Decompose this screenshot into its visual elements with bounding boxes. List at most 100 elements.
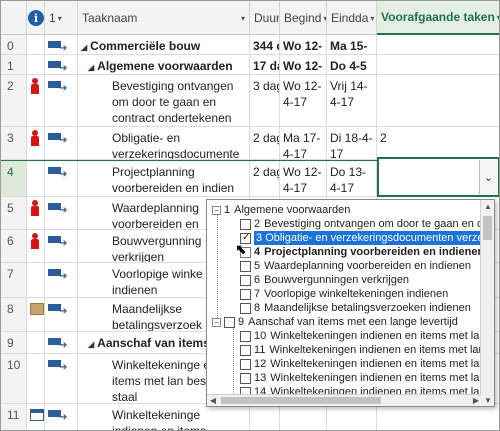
duration-column-header[interactable]: Duur xyxy=(250,1,280,35)
task-name-cell[interactable]: Projectplanning voorbereiden en indien xyxy=(78,161,250,196)
task-mode-cell[interactable]: ➔ xyxy=(45,230,78,262)
collapse-triangle-icon[interactable]: ◢ xyxy=(81,43,87,52)
scroll-thumb[interactable] xyxy=(483,216,492,240)
collapse-triangle-icon[interactable]: ◢ xyxy=(88,63,94,72)
scroll-right-icon[interactable]: ▶ xyxy=(470,395,482,406)
start-column-header[interactable]: Begind ▾ xyxy=(280,1,327,35)
predecessor-dropdown-list[interactable]: − 1 Algemene voorwaarden 2 Bevestiging o… xyxy=(206,199,495,407)
start-cell[interactable] xyxy=(280,404,327,430)
row-number[interactable]: 4 xyxy=(1,161,27,196)
row-number[interactable]: 9 xyxy=(1,332,27,353)
row-number[interactable]: 10 xyxy=(1,354,27,403)
scroll-left-icon[interactable]: ◀ xyxy=(207,395,219,406)
end-cell[interactable]: Do 4-5 xyxy=(327,55,377,74)
predecessors-cell[interactable] xyxy=(377,35,499,54)
task-name-cell[interactable]: ◢ Commerciële bouw xyxy=(78,35,250,54)
list-item[interactable]: 10 Winkeltekeningen indienen en items me… xyxy=(240,329,492,343)
list-item[interactable]: 11 Winkeltekeningen indienen en items me… xyxy=(240,343,491,357)
task-mode-cell[interactable]: ➔ xyxy=(45,55,78,74)
end-cell[interactable] xyxy=(327,404,377,430)
select-all-corner[interactable] xyxy=(1,1,27,35)
row-number[interactable]: 5 xyxy=(1,197,27,229)
list-item[interactable]: − 1 Algemene voorwaarden xyxy=(212,203,350,217)
list-item[interactable]: 4 Projectplanning voorbereiden en indien… xyxy=(240,245,484,259)
task-mode-cell[interactable]: ➔ xyxy=(45,197,78,229)
table-row[interactable]: 1 ➔ ◢Algemene voorwaarden 17 dag Wo 12-4… xyxy=(1,55,499,75)
duration-cell[interactable]: 2 dagen xyxy=(250,161,280,196)
horizontal-scrollbar[interactable]: ◀ ▶ xyxy=(207,394,482,406)
table-row[interactable]: 0 ➔ ◢Commerciële bouw 344 d Wo 12- Ma 15… xyxy=(1,35,499,55)
vertical-scrollbar[interactable]: ▲ ▼ xyxy=(480,200,494,406)
task-name-column-header[interactable]: Taaknaam ▾ xyxy=(78,1,250,35)
start-cell[interactable]: Wo 12-4-17 xyxy=(280,161,327,196)
predecessors-cell[interactable] xyxy=(377,55,499,74)
collapse-triangle-icon[interactable]: ◢ xyxy=(88,340,94,349)
dropdown-button[interactable]: ⌄ xyxy=(479,160,497,194)
duration-cell[interactable]: 3 dagen xyxy=(250,75,280,126)
checkbox[interactable] xyxy=(224,316,235,328)
checkbox[interactable] xyxy=(240,302,251,314)
list-item[interactable]: 6 Bouwvergunningen verkrijgen xyxy=(240,273,409,287)
task-name-cell[interactable]: Winkeltekeninge indienen en items xyxy=(78,404,250,430)
task-name-cell[interactable]: Bevestiging ontvangen om door te gaan en… xyxy=(78,75,250,126)
row-number[interactable]: 8 xyxy=(1,298,27,331)
task-mode-cell[interactable]: ➔ xyxy=(45,263,78,297)
checkbox[interactable] xyxy=(240,344,251,356)
row-number[interactable]: 2 xyxy=(1,75,27,126)
checkbox[interactable] xyxy=(240,372,251,384)
list-item[interactable]: − 9 Aanschaf van items met een lange lev… xyxy=(212,315,458,329)
start-cell[interactable]: Wo 12-4 xyxy=(280,55,327,74)
checkbox[interactable] xyxy=(240,260,251,272)
note-icon[interactable] xyxy=(30,303,44,315)
list-item[interactable]: 12 Winkeltekeningen indienen en items me… xyxy=(240,357,492,371)
end-column-header[interactable]: Eindda ▾ xyxy=(327,1,377,35)
end-cell[interactable]: Ma 15- xyxy=(327,35,377,54)
resource-person-icon[interactable] xyxy=(30,233,40,249)
resource-person-icon[interactable] xyxy=(30,200,40,216)
checkbox[interactable] xyxy=(240,218,251,230)
table-row[interactable]: 11 ➔ Winkeltekeninge indienen en items xyxy=(1,404,499,430)
indicators-column-header[interactable]: i xyxy=(27,1,45,35)
task-mode-cell[interactable]: ➔ xyxy=(45,75,78,126)
predecessors-column-header[interactable]: Voorafgaande taken ▾ xyxy=(377,1,499,35)
row-number[interactable]: 1 xyxy=(1,55,27,74)
predecessors-edit-field[interactable]: ⌄ xyxy=(377,157,499,197)
predecessors-cell[interactable]: 2 xyxy=(377,127,499,159)
duration-cell[interactable]: 344 d xyxy=(250,35,280,54)
task-name-cell[interactable]: Obligatie- en verzekeringsdocumente xyxy=(78,127,250,159)
duration-cell[interactable]: 2 dagen xyxy=(250,127,280,159)
task-mode-cell[interactable]: ➔ xyxy=(45,127,78,159)
end-cell[interactable]: Do 13-4-17 xyxy=(327,161,377,196)
list-item[interactable]: 5 Waardeplanning voorbereiden en indiene… xyxy=(240,259,471,273)
task-mode-column-header[interactable]: 1 ▾ xyxy=(45,1,78,35)
scroll-thumb[interactable] xyxy=(221,397,381,404)
list-item[interactable]: 8 Maandelijkse betalingsverzoeken indien… xyxy=(240,301,471,315)
task-mode-cell[interactable]: ➔ xyxy=(45,161,78,196)
list-item[interactable]: 13 Winkeltekeningen indienen en items me… xyxy=(240,371,492,385)
list-item[interactable]: 7 Voorlopige winkeltekeningen indienen xyxy=(240,287,448,301)
row-number[interactable]: 3 xyxy=(1,127,27,159)
task-mode-cell[interactable]: ➔ xyxy=(45,332,78,353)
list-item[interactable]: 2 Bevestiging ontvangen om door te gaan … xyxy=(240,217,494,231)
scroll-up-icon[interactable]: ▲ xyxy=(481,200,494,214)
end-cell[interactable]: Vrij 14-4-17 xyxy=(327,75,377,126)
task-name-cell[interactable]: ◢ Algemene voorwaarden xyxy=(78,55,250,74)
resource-person-icon[interactable] xyxy=(30,78,40,94)
task-mode-cell[interactable]: ➔ xyxy=(45,298,78,331)
start-cell[interactable]: Wo 12-4-17 xyxy=(280,75,327,126)
scroll-down-icon[interactable]: ▼ xyxy=(481,394,494,406)
checkbox[interactable] xyxy=(240,288,251,300)
end-cell[interactable]: Di 18-4-17 xyxy=(327,127,377,159)
duration-cell[interactable]: 17 dag xyxy=(250,55,280,74)
task-mode-cell[interactable]: ➔ xyxy=(45,35,78,54)
duration-cell[interactable] xyxy=(250,404,280,430)
row-number[interactable]: 11 xyxy=(1,404,27,430)
task-mode-cell[interactable]: ➔ xyxy=(45,404,78,430)
table-row[interactable]: 2 ➔ Bevestiging ontvangen om door te gaa… xyxy=(1,75,499,127)
start-cell[interactable]: Wo 12- xyxy=(280,35,327,54)
checkbox[interactable] xyxy=(240,358,251,370)
row-number[interactable]: 0 xyxy=(1,35,27,54)
row-number[interactable]: 7 xyxy=(1,263,27,297)
resource-person-icon[interactable] xyxy=(30,130,40,146)
checkbox[interactable] xyxy=(240,330,251,342)
